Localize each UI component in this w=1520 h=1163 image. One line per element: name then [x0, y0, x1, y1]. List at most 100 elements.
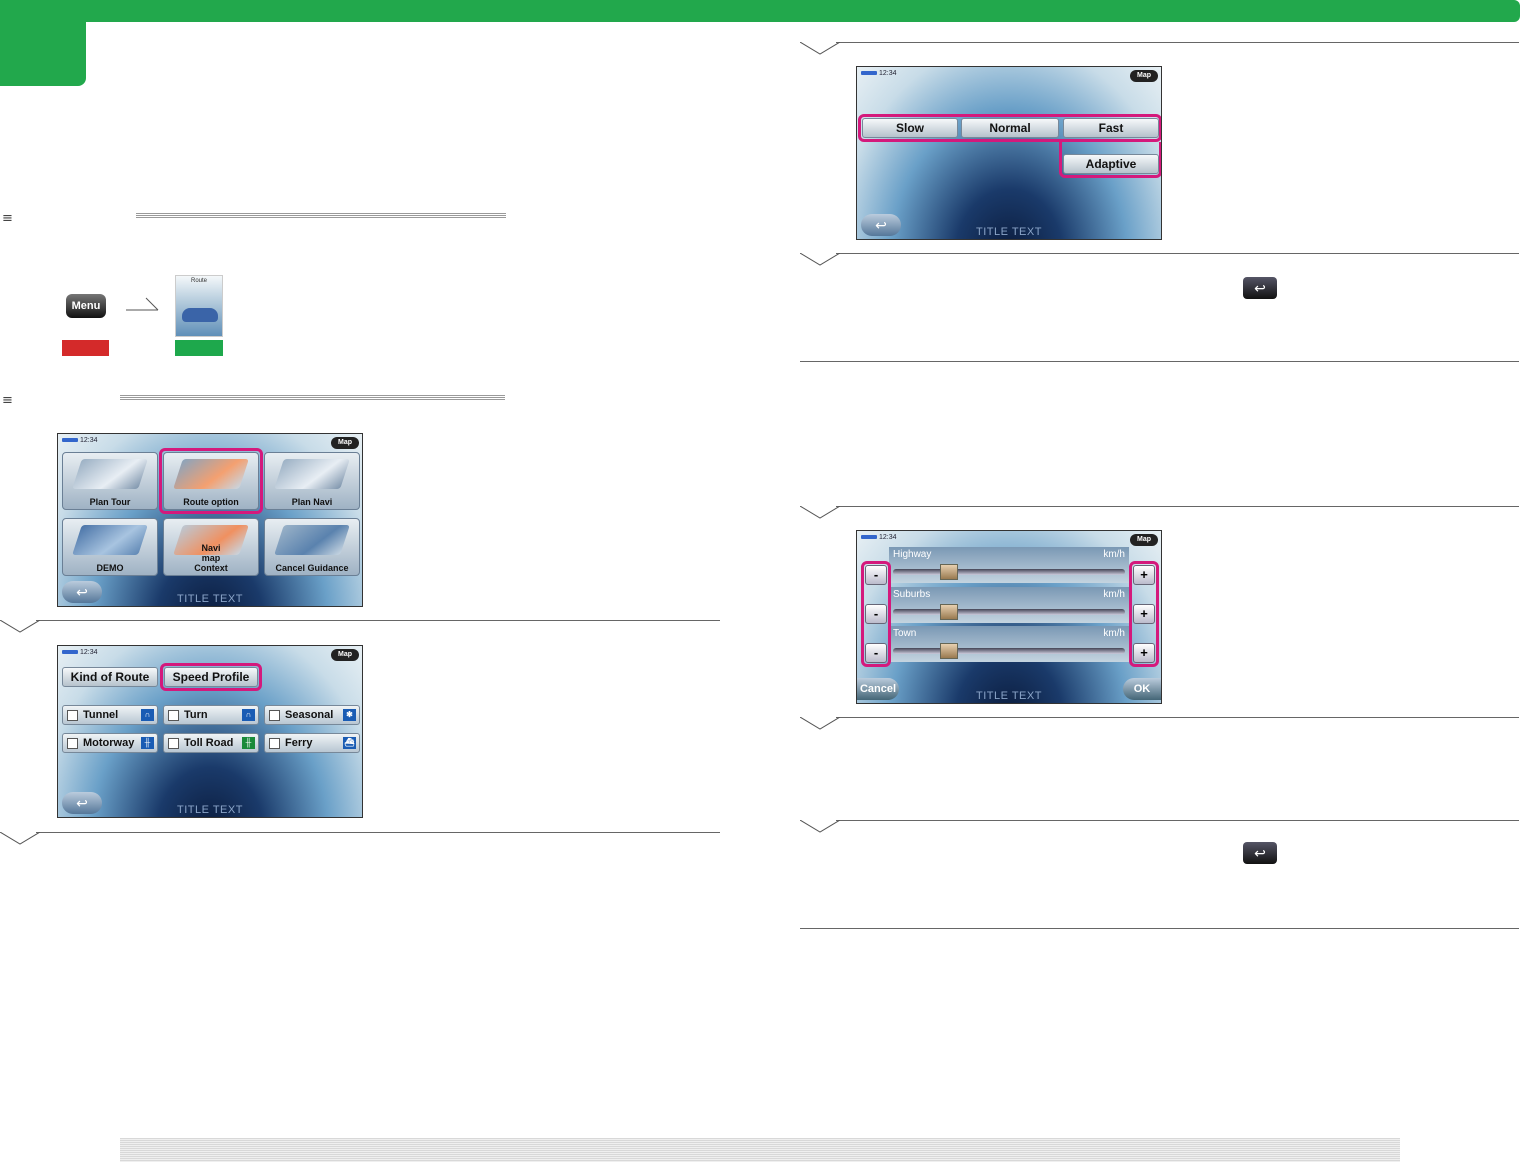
- checkbox[interactable]: [67, 738, 78, 749]
- tile-demo[interactable]: DEMO: [62, 518, 158, 576]
- screen-title: TITLE TEXT: [177, 804, 243, 816]
- status-bar: 12:34: [62, 649, 98, 656]
- screen-title: TITLE TEXT: [976, 690, 1042, 702]
- arrow-icon: [126, 297, 159, 311]
- step-chevron-icon: [800, 717, 840, 730]
- check-tunnel[interactable]: Tunnel ∩: [62, 705, 158, 725]
- map-button[interactable]: Map: [1130, 70, 1158, 82]
- highway-slider-row: Highway km/h: [889, 547, 1129, 583]
- town-slider-row: Town km/h: [889, 626, 1129, 662]
- motorway-icon: ╫: [141, 737, 154, 749]
- tile-plan-navi[interactable]: Plan Navi: [264, 452, 360, 510]
- battery-icon: [62, 650, 78, 655]
- check-turn[interactable]: Turn ∩: [163, 705, 259, 725]
- check-seasonal[interactable]: Seasonal ✱: [264, 705, 360, 725]
- section-icon: ≡: [2, 211, 13, 226]
- route-thumbnail-label: Route: [190, 278, 207, 284]
- slider-track[interactable]: [893, 609, 1125, 615]
- tile-cancel-guidance[interactable]: Cancel Guidance: [264, 518, 360, 576]
- slider-track[interactable]: [893, 569, 1125, 575]
- step-chevron-icon: [0, 832, 40, 845]
- status-bar: 12:34: [861, 70, 897, 77]
- section-icon: ≡: [2, 393, 13, 408]
- clock: 12:34: [80, 649, 98, 656]
- checkbox[interactable]: [168, 738, 179, 749]
- snowflake-icon: ✱: [343, 709, 356, 721]
- check-ferry[interactable]: Ferry ⛴: [264, 733, 360, 753]
- car-icon: [182, 308, 218, 322]
- step-rule: [836, 253, 1519, 254]
- highlight-profiles: [858, 114, 1161, 142]
- highway-label: Highway: [893, 549, 932, 560]
- section-divider: [136, 213, 506, 219]
- ferry-icon: ⛴: [343, 737, 356, 749]
- step-rule: [836, 506, 1519, 507]
- tile-plan-tour[interactable]: Plan Tour: [62, 452, 158, 510]
- map-button[interactable]: Map: [1130, 534, 1158, 546]
- screen-title: TITLE TEXT: [177, 593, 243, 605]
- step-chevron-icon: [800, 506, 840, 519]
- speed-profile-screen: 12:34 Map Slow Normal Fast Adaptive ↩ TI…: [856, 66, 1162, 240]
- step-chevron-icon: [800, 820, 840, 833]
- town-label: Town: [893, 628, 917, 639]
- step-rule: [36, 832, 720, 833]
- step-chevron-icon: [0, 620, 40, 633]
- slider-knob[interactable]: [940, 604, 959, 620]
- clock: 12:34: [80, 437, 98, 444]
- battery-icon: [861, 71, 877, 76]
- suburbs-slider-row: Suburbs km/h: [889, 587, 1129, 623]
- green-color-key: [175, 340, 223, 356]
- step-rule: [836, 717, 1519, 718]
- step-chevron-icon: [800, 42, 840, 55]
- highlight-speed-profile: [160, 663, 262, 691]
- step-chevron-icon: [800, 253, 840, 266]
- status-bar: 12:34: [861, 534, 897, 541]
- tile-navi-map-context[interactable]: Navi map Context: [163, 518, 259, 576]
- step-rule: [36, 620, 720, 621]
- check-motorway[interactable]: Motorway ╫: [62, 733, 158, 753]
- suburbs-label: Suburbs: [893, 589, 931, 600]
- unit-label: km/h: [1103, 549, 1125, 560]
- highlight-route-option: [159, 448, 263, 514]
- clock: 12:34: [879, 70, 897, 77]
- red-color-key: [62, 340, 109, 356]
- route-option-screen: 12:34 Map Kind of Route Speed Profile Tu…: [57, 645, 363, 818]
- highlight-plus-buttons: [1129, 561, 1159, 667]
- checkbox[interactable]: [67, 710, 78, 721]
- unit-label: km/h: [1103, 589, 1125, 600]
- section-rule: [800, 361, 1519, 362]
- back-icon[interactable]: ↩: [1243, 842, 1277, 864]
- screen-title: TITLE TEXT: [976, 226, 1042, 238]
- chapter-tab: [0, 0, 86, 86]
- check-toll-road[interactable]: Toll Road ╫: [163, 733, 259, 753]
- back-icon[interactable]: ↩: [1243, 277, 1277, 299]
- u-turn-icon: ∩: [242, 709, 255, 721]
- step-rule: [836, 820, 1519, 821]
- menu-button[interactable]: Menu: [66, 294, 106, 318]
- route-thumbnail[interactable]: Route: [175, 275, 223, 337]
- slider-knob[interactable]: [940, 643, 959, 659]
- slider-knob[interactable]: [940, 564, 959, 580]
- section-divider: [120, 395, 505, 401]
- footer-bar: [120, 1138, 1400, 1162]
- battery-icon: [62, 438, 78, 443]
- status-bar: 12:34: [62, 437, 98, 444]
- unit-label: km/h: [1103, 628, 1125, 639]
- step-rule: [836, 42, 1519, 43]
- slider-track[interactable]: [893, 648, 1125, 654]
- clock: 12:34: [879, 534, 897, 541]
- header-bar: [0, 0, 1520, 22]
- tunnel-icon: ∩: [141, 709, 154, 721]
- checkbox[interactable]: [269, 710, 280, 721]
- speed-slider-screen: 12:34 Map Highway km/h Suburbs km/h Town…: [856, 530, 1162, 704]
- toll-road-icon: ╫: [242, 737, 255, 749]
- tab-kind-of-route[interactable]: Kind of Route: [62, 667, 158, 687]
- highlight-minus-buttons: [861, 561, 891, 667]
- highlight-adaptive: [1059, 142, 1161, 178]
- section-rule: [800, 928, 1519, 929]
- menu-screen: 12:34 Map Plan Tour Route option Plan Na…: [57, 433, 363, 607]
- map-button[interactable]: Map: [331, 649, 359, 661]
- checkbox[interactable]: [168, 710, 179, 721]
- map-button[interactable]: Map: [331, 437, 359, 449]
- checkbox[interactable]: [269, 738, 280, 749]
